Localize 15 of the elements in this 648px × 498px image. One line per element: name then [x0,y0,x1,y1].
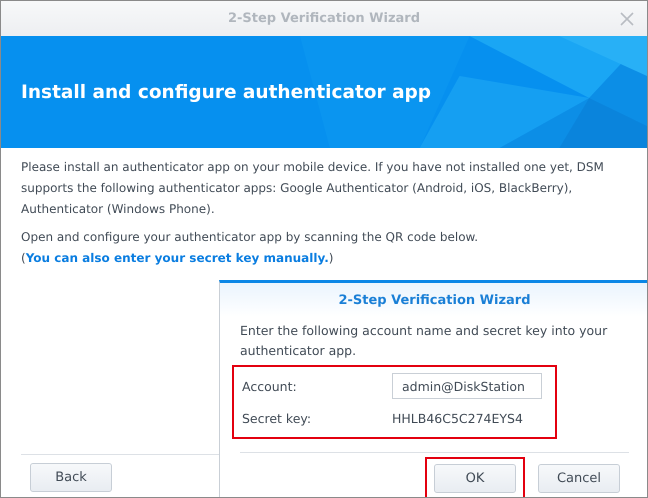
close-icon[interactable] [620,12,634,26]
window-title: 2-Step Verification Wizard [228,11,420,26]
field-label: Secret key: [242,410,312,426]
dialog-description: Enter the following account name and secret key into your authenticator app. [240,322,608,360]
field-label: Account: [242,378,298,394]
secret-key-value: HHLB46C5C274EYS4 [392,410,523,426]
dialog-button[interactable]: OK [434,464,516,493]
page-heading: Install and configure authenticator app [21,82,432,102]
dialog-title: 2-Step Verification Wizard [338,292,531,308]
dialog-button[interactable]: Cancel [538,464,620,493]
manual-key-link[interactable]: You can also enter your secret key manually. [26,251,329,265]
instructions-text: Please install an authenticator app on your mobile device. If you have not installed one yet, DSM supports the following authenticator apps: Google Authenticator (Android, iOS, BlackBerry), Authenticator (Windows Phone). [21,159,605,218]
account-field[interactable]: admin@DiskStation [392,373,542,399]
back-button[interactable]: Back [30,463,112,492]
scan-instructions-text: Open and configure your authenticator app by scanning the QR code below. (You can also enter your secret key manually.) [21,229,480,267]
